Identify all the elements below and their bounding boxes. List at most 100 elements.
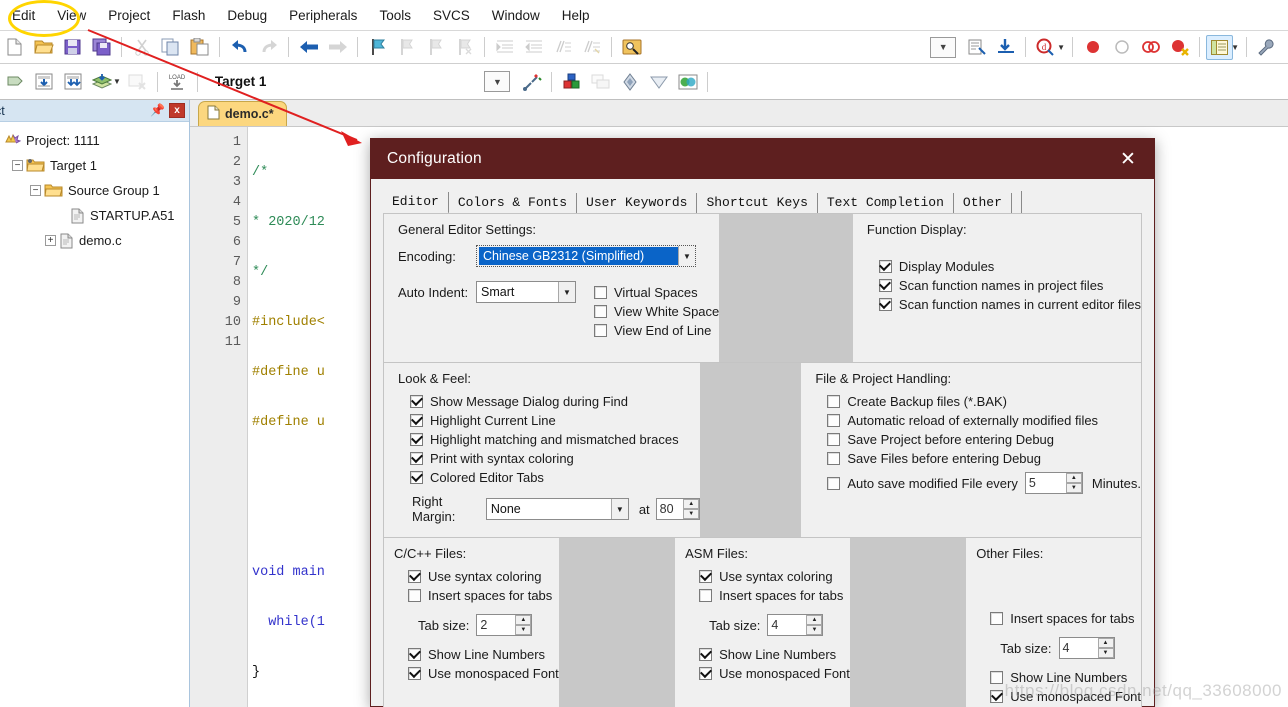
tab-text-completion[interactable]: Text Completion xyxy=(818,193,954,213)
checkbox-row-c-syntax-coloring[interactable]: Use syntax coloring xyxy=(408,569,559,584)
checkbox-scan-editor-files[interactable] xyxy=(878,298,892,311)
tree-item-source-group-1[interactable]: − Source Group 1 xyxy=(0,178,189,203)
checkbox-row-scan-project-files[interactable]: Scan function names in project files xyxy=(878,278,1141,293)
debug-dropdown-caret-icon[interactable]: ▼ xyxy=(1057,43,1065,52)
tab-colors-and-fonts[interactable]: Colors & Fonts xyxy=(449,193,578,213)
cut-icon[interactable] xyxy=(128,35,155,60)
close-icon[interactable]: ✕ xyxy=(1106,140,1150,178)
checkbox-other-insert-spaces-for-tabs[interactable] xyxy=(990,612,1004,625)
stepper-buttons[interactable]: ▲ ▼ xyxy=(1097,638,1114,658)
menu-item-flash[interactable]: Flash xyxy=(161,4,216,27)
download-icon[interactable] xyxy=(992,35,1019,60)
redo-icon[interactable] xyxy=(255,35,282,60)
stepper-buttons[interactable]: ▲ ▼ xyxy=(1065,473,1082,493)
checkbox-row-save-project-debug[interactable]: Save Project before entering Debug xyxy=(827,432,1141,447)
checkbox-row-show-message-dialog[interactable]: Show Message Dialog during Find xyxy=(410,394,700,409)
bookmark-prev-icon[interactable] xyxy=(393,35,420,60)
bookmark-next-icon[interactable] xyxy=(422,35,449,60)
comment-icon[interactable] xyxy=(549,35,576,60)
checkbox-asm-use-syntax-coloring[interactable] xyxy=(699,570,713,583)
indent-increase-icon[interactable] xyxy=(491,35,518,60)
checkbox-row-scan-editor-files[interactable]: Scan function names in current editor fi… xyxy=(878,297,1141,312)
checkbox-c-use-monospaced-font[interactable] xyxy=(408,667,421,680)
checkbox-asm-show-line-numbers[interactable] xyxy=(699,648,713,661)
tab-other[interactable]: Other xyxy=(954,193,1012,213)
paste-icon[interactable] xyxy=(186,35,213,60)
disable-all-breakpoints-icon[interactable] xyxy=(1137,35,1164,60)
undo-icon[interactable] xyxy=(226,35,253,60)
find-in-files-icon[interactable] xyxy=(618,35,645,60)
checkbox-asm-insert-spaces-for-tabs[interactable] xyxy=(699,589,713,602)
chevron-down-icon[interactable]: ▼ xyxy=(678,246,695,266)
checkbox-row-asm-line-numbers[interactable]: Show Line Numbers xyxy=(699,647,850,662)
checkbox-highlight-braces[interactable] xyxy=(410,433,423,446)
build-file-icon[interactable] xyxy=(30,69,57,94)
collapse-expander-target[interactable]: − xyxy=(12,160,23,171)
tree-item-target-1[interactable]: − Target 1 xyxy=(0,153,189,178)
checkbox-scan-project-files[interactable] xyxy=(878,279,892,292)
bookmark-clear-icon[interactable] xyxy=(451,35,478,60)
asm-tab-size-stepper[interactable]: 4 ▲ ▼ xyxy=(767,614,824,636)
menu-item-help[interactable]: Help xyxy=(551,4,601,27)
checkbox-row-highlight-braces[interactable]: Highlight matching and mismatched braces xyxy=(410,432,700,447)
checkbox-auto-save-modified-file[interactable] xyxy=(827,476,841,490)
save-icon[interactable] xyxy=(59,35,86,60)
checkbox-print-syntax-coloring[interactable] xyxy=(410,452,423,465)
build-dropdown-caret-icon[interactable]: ▼ xyxy=(113,77,121,86)
right-margin-select[interactable]: None ▼ xyxy=(485,498,629,520)
checkbox-row-create-backup-files[interactable]: Create Backup files (*.BAK) xyxy=(827,394,1141,409)
project-window-icon[interactable] xyxy=(1206,34,1234,60)
checkbox-view-end-of-line[interactable] xyxy=(594,324,607,337)
configuration-wrench-icon[interactable] xyxy=(1253,35,1280,60)
pack-manager-icon[interactable] xyxy=(674,69,701,94)
disable-breakpoint-icon[interactable] xyxy=(1108,35,1135,60)
checkbox-create-backup-files[interactable] xyxy=(827,395,841,408)
chevron-down-icon[interactable]: ▼ xyxy=(558,282,575,302)
new-file-icon[interactable] xyxy=(1,35,28,60)
checkbox-row-view-white-space[interactable]: View White Space xyxy=(594,304,719,319)
rebuild-all-icon[interactable] xyxy=(88,69,115,94)
uncomment-icon[interactable] xyxy=(578,35,605,60)
multi-project-icon[interactable] xyxy=(587,69,614,94)
kill-all-breakpoints-icon[interactable] xyxy=(1166,35,1193,60)
checkbox-row-automatic-reload[interactable]: Automatic reload of externally modified … xyxy=(827,413,1141,428)
checkbox-c-use-syntax-coloring[interactable] xyxy=(408,570,421,583)
tree-item-startup-a51[interactable]: STARTUP.A51 xyxy=(0,203,189,228)
checkbox-row-save-files-debug[interactable]: Save Files before entering Debug xyxy=(827,451,1141,466)
load-icon[interactable]: LOAD xyxy=(164,69,191,94)
checkbox-other-use-monospaced-font[interactable] xyxy=(990,690,1004,703)
manage-components-icon[interactable] xyxy=(558,69,585,94)
checkbox-row-colored-editor-tabs[interactable]: Colored Editor Tabs xyxy=(410,470,700,485)
checkbox-show-message-dialog[interactable] xyxy=(410,395,423,408)
checkbox-row-asm-insert-spaces[interactable]: Insert spaces for tabs xyxy=(699,588,850,603)
save-all-icon[interactable] xyxy=(88,35,115,60)
bookmark-icon[interactable] xyxy=(364,35,391,60)
checkbox-virtual-spaces[interactable] xyxy=(594,286,607,299)
checkbox-highlight-current-line[interactable] xyxy=(410,414,423,427)
other-tab-size-stepper[interactable]: 4 ▲ ▼ xyxy=(1058,637,1115,659)
encoding-select[interactable]: Chinese GB2312 (Simplified) ▼ xyxy=(476,245,696,267)
stepper-down-icon[interactable]: ▼ xyxy=(515,625,532,635)
checkbox-save-project-debug[interactable] xyxy=(827,433,841,446)
toolbar-dropdown-blank[interactable]: ▼ xyxy=(930,36,957,58)
checkbox-automatic-reload[interactable] xyxy=(827,414,841,427)
editor-tab-demo-c[interactable]: demo.c* xyxy=(198,101,287,126)
indent-decrease-icon[interactable] xyxy=(520,35,547,60)
menu-item-project[interactable]: Project xyxy=(97,4,161,27)
checkbox-save-files-debug[interactable] xyxy=(827,452,841,465)
checkbox-view-white-space[interactable] xyxy=(594,305,607,318)
tab-editor[interactable]: Editor xyxy=(383,192,449,214)
target-dropdown[interactable]: ▼ xyxy=(484,71,511,92)
stepper-up-icon[interactable]: ▲ xyxy=(806,615,823,625)
checkbox-other-show-line-numbers[interactable] xyxy=(990,671,1004,684)
stepper-up-icon[interactable]: ▲ xyxy=(1097,638,1114,648)
collapse-expander-source-group[interactable]: − xyxy=(30,185,41,196)
navigate-forward-icon[interactable] xyxy=(324,35,351,60)
checkbox-row-other-monospaced[interactable]: Use monospaced Font xyxy=(990,689,1141,704)
menu-item-window[interactable]: Window xyxy=(481,4,551,27)
checkbox-row-c-line-numbers[interactable]: Show Line Numbers xyxy=(408,647,559,662)
manage-project-items-icon[interactable] xyxy=(518,69,545,94)
menu-item-debug[interactable]: Debug xyxy=(216,4,278,27)
configure-target-icon[interactable] xyxy=(963,35,990,60)
checkbox-row-other-insert-spaces[interactable]: Insert spaces for tabs xyxy=(990,611,1141,626)
